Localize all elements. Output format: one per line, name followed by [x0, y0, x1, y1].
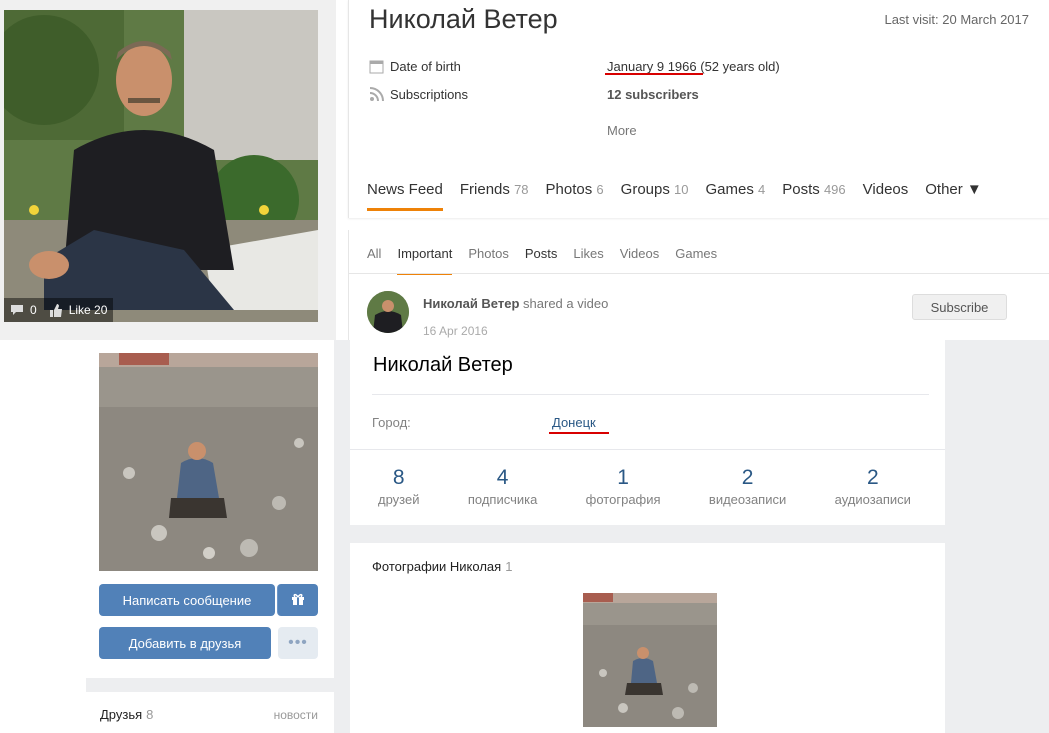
city-value[interactable]: Донецк — [552, 415, 596, 430]
ok-profile-tabs: News Feed Friends 78 Photos 6 Groups 10 … — [367, 181, 982, 211]
tab-other[interactable]: Other ▼ — [925, 181, 982, 211]
tab-games[interactable]: Games 4 — [706, 181, 766, 211]
filter-likes[interactable]: Likes — [573, 246, 603, 275]
photos-count: 1 — [505, 559, 513, 574]
dob-row: Date of birth — [369, 59, 461, 74]
dob-red-underline — [605, 73, 703, 75]
subscribe-button[interactable]: Subscribe — [912, 294, 1007, 320]
counter-followers[interactable]: 4 подписчика — [468, 466, 537, 507]
comment-count: 0 — [30, 303, 37, 317]
rss-icon — [369, 87, 384, 102]
filter-games[interactable]: Games — [675, 246, 717, 275]
friends-block: Друзья 8 новости — [86, 692, 334, 733]
friends-title[interactable]: Друзья 8 — [100, 707, 153, 722]
photo-thumbnail[interactable] — [583, 593, 717, 727]
like-icon[interactable] — [49, 303, 63, 317]
comment-icon[interactable] — [10, 304, 24, 316]
gift-button[interactable] — [277, 584, 318, 616]
vk-profile-photo-image — [99, 353, 318, 571]
more-link[interactable]: More — [607, 123, 637, 138]
more-actions-button[interactable]: ••• — [278, 627, 318, 659]
friends-news-link[interactable]: новости — [274, 708, 318, 722]
counter-photos[interactable]: 1 фотография — [586, 466, 661, 507]
post-author[interactable]: Николай Ветер — [423, 296, 519, 311]
filter-photos[interactable]: Photos — [468, 246, 508, 275]
post-header: Николай Ветер shared a video — [423, 296, 608, 311]
subscribers-value[interactable]: 12 subscribers — [607, 87, 699, 102]
filter-all[interactable]: All — [367, 246, 381, 275]
tab-videos[interactable]: Videos — [863, 181, 909, 211]
dob-label: Date of birth — [390, 59, 461, 74]
subscriptions-label: Subscriptions — [390, 87, 469, 102]
dob-value[interactable]: January 9 1966 — [607, 59, 697, 74]
vk-profile-info: Николай Ветер Город: Донецк 8 друзей 4 под… — [350, 340, 945, 525]
ok-profile-header: Николай Ветер Last visit: 20 March 2017 … — [348, 0, 1049, 218]
tab-news-feed[interactable]: News Feed — [367, 181, 443, 211]
ok-photo-stats: 0 Like 20 — [4, 298, 114, 322]
like-count[interactable]: Like 20 — [69, 303, 108, 317]
last-visit: Last visit: 20 March 2017 — [884, 12, 1029, 27]
vk-photos-block: Фотографии Николая 1 — [350, 543, 945, 733]
dob-age: (52 years old) — [696, 59, 780, 74]
vk-profile-photo[interactable] — [99, 353, 318, 571]
filter-posts[interactable]: Posts — [525, 246, 558, 275]
add-friend-button[interactable]: Добавить в друзья — [99, 627, 271, 659]
post-action: shared a video — [519, 296, 609, 311]
city-red-underline — [549, 432, 609, 434]
ok-profile-photo-image — [4, 10, 318, 322]
tab-photos[interactable]: Photos 6 — [546, 181, 604, 211]
city-label: Город: — [372, 415, 411, 430]
counter-friends[interactable]: 8 друзей — [378, 466, 419, 507]
send-message-button[interactable]: Написать сообщение — [99, 584, 275, 616]
post-author-avatar[interactable] — [367, 291, 409, 333]
divider — [372, 394, 929, 395]
tab-posts[interactable]: Posts 496 — [782, 181, 845, 211]
ok-profile-name: Николай Ветер — [369, 4, 558, 34]
tab-friends[interactable]: Friends 78 — [460, 181, 529, 211]
subscriptions-row: Subscriptions — [369, 87, 468, 102]
counter-audios[interactable]: 2 аудиозаписи — [835, 466, 911, 507]
gift-icon — [291, 592, 305, 609]
filter-videos[interactable]: Videos — [620, 246, 660, 275]
feed-filter-tabs: All Important Photos Posts Likes Videos … — [367, 246, 717, 275]
profile-counters: 8 друзей 4 подписчика 1 фотография 2 видеоза… — [360, 466, 935, 507]
ok-profile-photo[interactable]: 0 Like 20 — [4, 10, 318, 322]
filter-important[interactable]: Important — [397, 246, 453, 275]
photos-title[interactable]: Фотографии Николая 1 — [372, 559, 512, 574]
divider — [349, 273, 1049, 274]
tab-groups[interactable]: Groups 10 — [621, 181, 689, 211]
calendar-icon — [369, 59, 384, 74]
friends-count: 8 — [146, 707, 154, 722]
dob-value-wrap: January 9 1966 (52 years old) — [607, 59, 780, 74]
vk-profile-name: Николай Ветер — [373, 354, 513, 376]
divider — [350, 449, 945, 450]
counter-videos[interactable]: 2 видеозаписи — [709, 466, 786, 507]
ok-feed: All Important Photos Posts Likes Videos … — [348, 230, 1049, 340]
post-date: 16 Apr 2016 — [423, 324, 488, 338]
